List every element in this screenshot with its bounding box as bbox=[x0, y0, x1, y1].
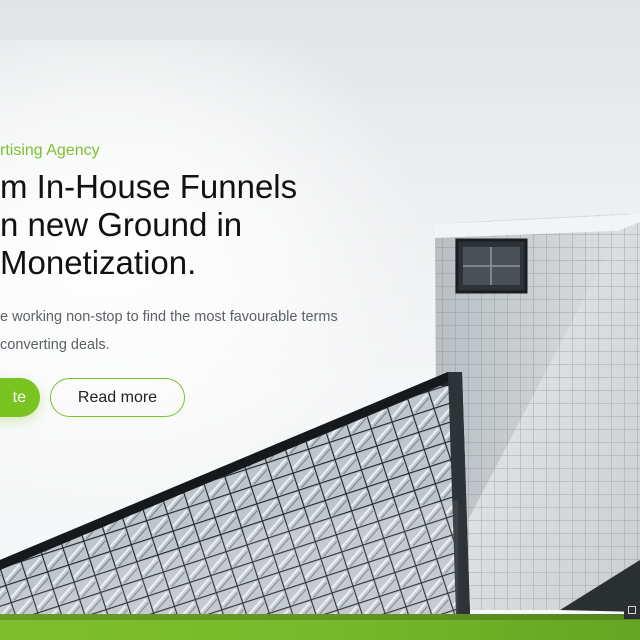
headline-line-2: n new Ground in bbox=[0, 206, 243, 243]
hero-text: rtising Agency m In-House Funnels n new … bbox=[0, 0, 640, 640]
primary-cta-button[interactable]: te bbox=[0, 378, 40, 417]
read-more-button[interactable]: Read more bbox=[50, 378, 185, 417]
hero-eyebrow: rtising Agency bbox=[0, 142, 100, 159]
footer-strip-shadow bbox=[0, 614, 640, 620]
footer-strip bbox=[0, 614, 640, 640]
window-icon bbox=[628, 606, 636, 614]
hero-description: e working non-stop to find the most favo… bbox=[0, 303, 338, 359]
headline-line-3: Monetization. bbox=[0, 244, 197, 281]
description-line-2: converting deals. bbox=[0, 337, 110, 353]
description-line-1: e working non-stop to find the most favo… bbox=[0, 309, 338, 325]
headline-line-1: m In-House Funnels bbox=[0, 168, 298, 205]
hero-section: rtising Agency m In-House Funnels n new … bbox=[0, 0, 640, 640]
corner-widget-button[interactable] bbox=[624, 601, 640, 619]
hero-headline: m In-House Funnels n new Ground in Monet… bbox=[0, 168, 297, 282]
